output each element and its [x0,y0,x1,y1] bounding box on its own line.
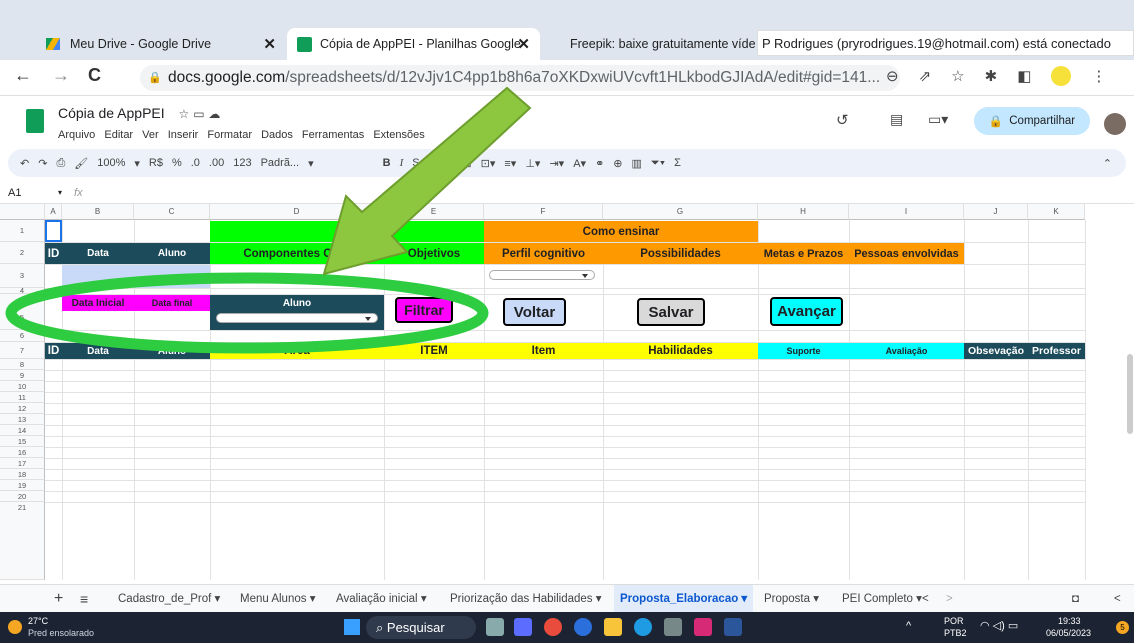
tray-chevron-icon[interactable]: ^ [906,620,911,632]
sheet-tab[interactable]: Avaliação inicial ▾ [336,585,427,613]
settings-icon[interactable] [664,618,682,636]
windows-start-icon[interactable] [344,619,360,635]
word-icon[interactable] [724,618,742,636]
chevron-right-icon[interactable]: > [946,585,953,613]
wifi-sound-battery-icon[interactable]: ◠ ◁) ▭ [980,619,1018,632]
notification-badge[interactable]: 5 [1116,621,1129,634]
sheet-tabs-bar: + ≡ Cadastro_de_Prof ▾ Menu Alunos ▾ Ava… [0,584,1134,613]
chat-icon[interactable] [514,618,532,636]
edge-icon[interactable] [634,618,652,636]
highlight-ellipse [5,272,489,354]
lang-indicator[interactable]: POR [944,616,964,626]
annotation-overlay [5,86,532,354]
weather-temp[interactable]: 27°C [28,616,48,626]
file-explorer-icon[interactable] [604,618,622,636]
task-view-icon[interactable] [486,618,504,636]
taskbar-search[interactable]: ⌕ Pesquisar [366,616,476,639]
browser-icon[interactable] [574,618,592,636]
weather-desc[interactable]: Pred ensolarado [28,628,94,638]
sheet-tab[interactable]: Proposta ▾ [764,585,819,613]
taskbar: 27°C Pred ensolarado ⌕ Pesquisar ^ POR P… [0,612,1134,643]
collapse-panel-icon[interactable]: < [1114,585,1121,613]
chrome-icon[interactable] [544,618,562,636]
search-icon: ⌕ [376,620,384,635]
screen: Meu Drive - Google Drive ✕ Cópia de AppP… [0,0,1134,643]
sheet-tab[interactable]: PEI Completo ▾ [842,585,922,613]
lang-indicator-2[interactable]: PTB2 [944,628,967,638]
instagram-icon[interactable] [694,618,712,636]
chevron-left-icon[interactable]: < [922,585,929,613]
sheet-tab[interactable]: Priorização das Habilidades ▾ [450,585,602,613]
explore-icon[interactable]: ◘ [1072,585,1079,613]
sheet-tab[interactable]: Cadastro_de_Prof ▾ [118,585,220,613]
clock-time[interactable]: 19:33 [1058,616,1081,626]
sheet-tab-active[interactable]: Proposta_Elaboracao ▾ [614,585,754,613]
all-sheets-icon[interactable]: ≡ [80,585,88,613]
pointer-arrow [322,86,532,276]
clock-date[interactable]: 06/05/2023 [1046,628,1091,638]
weather-icon [8,620,22,634]
sheet-tab[interactable]: Menu Alunos ▾ [240,585,315,613]
search-label: Pesquisar [386,620,445,635]
add-sheet-icon[interactable]: + [54,585,63,613]
